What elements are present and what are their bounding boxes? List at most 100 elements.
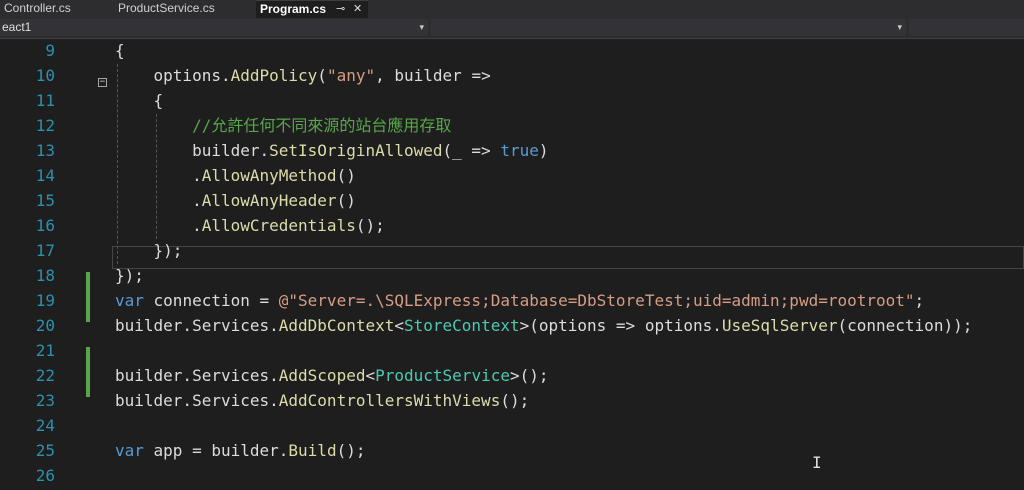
tab-label: ProductService.cs xyxy=(118,1,215,15)
code-token: (_ => xyxy=(442,141,501,160)
line-number: 26 xyxy=(35,466,55,485)
member-dropdown[interactable] xyxy=(909,19,1024,36)
code-line[interactable]: var app = builder.Build(); xyxy=(115,438,365,463)
line-number: 14 xyxy=(35,166,55,185)
line-number: 16 xyxy=(35,216,55,235)
code-token: "any" xyxy=(326,66,376,85)
change-indicator xyxy=(86,347,90,397)
code-editor[interactable]: 9 10 11 12 13 14 15 16 17 18 19 20 21 22 23 24 25 26 − { … xyxy=(0,39,1024,490)
code-token: SetIsOriginAllowed xyxy=(269,141,443,160)
code-line[interactable]: builder.Services.AddDbContext<StoreConte… xyxy=(115,313,972,338)
line-number: 15 xyxy=(35,191,55,210)
code-line[interactable]: var connection = @"Server=.\SQLExpress;D… xyxy=(115,288,924,313)
code-token: < xyxy=(365,366,376,385)
code-line[interactable]: { xyxy=(115,88,164,113)
code-token: }); xyxy=(115,266,144,285)
code-token: }); xyxy=(115,241,183,260)
code-token: var xyxy=(115,441,144,460)
code-token: . xyxy=(115,216,202,235)
pin-icon[interactable]: ⊸ xyxy=(336,1,345,18)
document-tab-bar: Controller.cs ProductService.cs Program.… xyxy=(0,0,1024,18)
line-number: 13 xyxy=(35,141,55,160)
line-number: 25 xyxy=(35,441,55,460)
navigation-bar: eact1 ▾ ▾ xyxy=(0,18,1024,39)
type-dropdown[interactable]: ▾ xyxy=(431,19,906,36)
code-token: true xyxy=(500,141,539,160)
text-cursor-icon: I xyxy=(812,453,822,472)
code-token: () xyxy=(336,191,356,210)
code-line[interactable]: builder.SetIsOriginAllowed(_ => true) xyxy=(115,138,548,163)
line-number: 24 xyxy=(35,416,55,435)
code-line[interactable]: { xyxy=(115,38,125,63)
code-token: ; xyxy=(914,291,925,310)
code-token: options. xyxy=(115,66,231,85)
tab-label: Controller.cs xyxy=(4,1,71,15)
code-token: AllowCredentials xyxy=(201,216,356,235)
code-token: builder.Services. xyxy=(115,366,279,385)
code-line[interactable]: .AllowAnyHeader() xyxy=(115,188,356,213)
code-token: (); xyxy=(500,391,530,410)
code-token: var xyxy=(115,291,144,310)
code-token: StoreContext xyxy=(404,316,520,335)
code-token: connection = xyxy=(143,291,279,310)
line-number: 19 xyxy=(35,291,55,310)
code-token: (); xyxy=(336,441,366,460)
code-line[interactable]: .AllowAnyMethod() xyxy=(115,163,356,188)
code-token: { xyxy=(115,91,164,110)
project-name: eact1 xyxy=(2,20,32,34)
code-token: @"Server=.\SQLExpress;Database=DbStoreTe… xyxy=(278,291,915,310)
code-token: ProductService xyxy=(375,366,510,385)
code-token: < xyxy=(394,316,404,335)
code-token: AddDbContext xyxy=(278,316,395,335)
code-line[interactable]: options.AddPolicy("any", builder => xyxy=(115,63,491,88)
code-token: builder.Services. xyxy=(115,391,279,410)
line-number: 18 xyxy=(35,266,55,285)
change-indicator xyxy=(86,272,90,322)
code-token: builder. xyxy=(115,141,270,160)
code-token: >(options => options. xyxy=(519,316,722,335)
code-token: AllowAnyMethod xyxy=(201,166,337,185)
line-number: 21 xyxy=(35,341,55,360)
code-token: () xyxy=(336,166,356,185)
code-line[interactable]: //允許任何不同來源的站台應用存取 xyxy=(115,113,451,138)
project-dropdown[interactable]: eact1 ▾ xyxy=(0,19,428,36)
code-token: >(); xyxy=(509,366,549,385)
code-token: . xyxy=(115,166,202,185)
code-token: UseSqlServer xyxy=(721,316,838,335)
line-number: 20 xyxy=(35,316,55,335)
current-line-highlight xyxy=(112,246,1024,269)
code-token: //允許任何不同來源的站台應用存取 xyxy=(192,116,452,135)
code-line[interactable]: }); xyxy=(115,263,144,288)
line-number: 12 xyxy=(35,116,55,135)
code-token: AllowAnyHeader xyxy=(201,191,337,210)
line-number: 9 xyxy=(45,41,55,60)
code-token: AddControllersWithViews xyxy=(278,391,501,410)
chevron-down-icon: ▾ xyxy=(419,22,424,32)
code-line[interactable]: }); xyxy=(115,238,183,263)
code-token: AddPolicy xyxy=(230,66,318,85)
code-line[interactable]: .AllowCredentials(); xyxy=(115,213,385,238)
code-line[interactable]: builder.Services.AddScoped<ProductServic… xyxy=(115,363,549,388)
collapse-icon[interactable]: − xyxy=(98,78,107,87)
code-token: Build xyxy=(288,441,337,460)
code-token: AddScoped xyxy=(278,366,366,385)
line-number: 10 xyxy=(35,66,55,85)
tab-controller[interactable]: Controller.cs xyxy=(0,0,110,18)
tab-label: Program.cs xyxy=(260,2,327,16)
code-token: app = builder. xyxy=(143,441,289,460)
line-number: 17 xyxy=(35,241,55,260)
tab-productservice[interactable]: ProductService.cs xyxy=(114,0,252,18)
code-token: ) xyxy=(538,141,549,160)
line-number: 11 xyxy=(35,91,55,110)
chevron-down-icon: ▾ xyxy=(897,22,902,32)
code-token: . xyxy=(115,191,202,210)
code-token: (connection)); xyxy=(837,316,973,335)
close-icon[interactable]: ✕ xyxy=(353,1,362,18)
code-token: (); xyxy=(355,216,385,235)
line-number: 23 xyxy=(35,391,55,410)
tab-program[interactable]: Program.cs ⊸ ✕ xyxy=(256,0,368,18)
line-number: 22 xyxy=(35,366,55,385)
code-token: { xyxy=(115,41,125,60)
code-line[interactable]: builder.Services.AddControllersWithViews… xyxy=(115,388,529,413)
